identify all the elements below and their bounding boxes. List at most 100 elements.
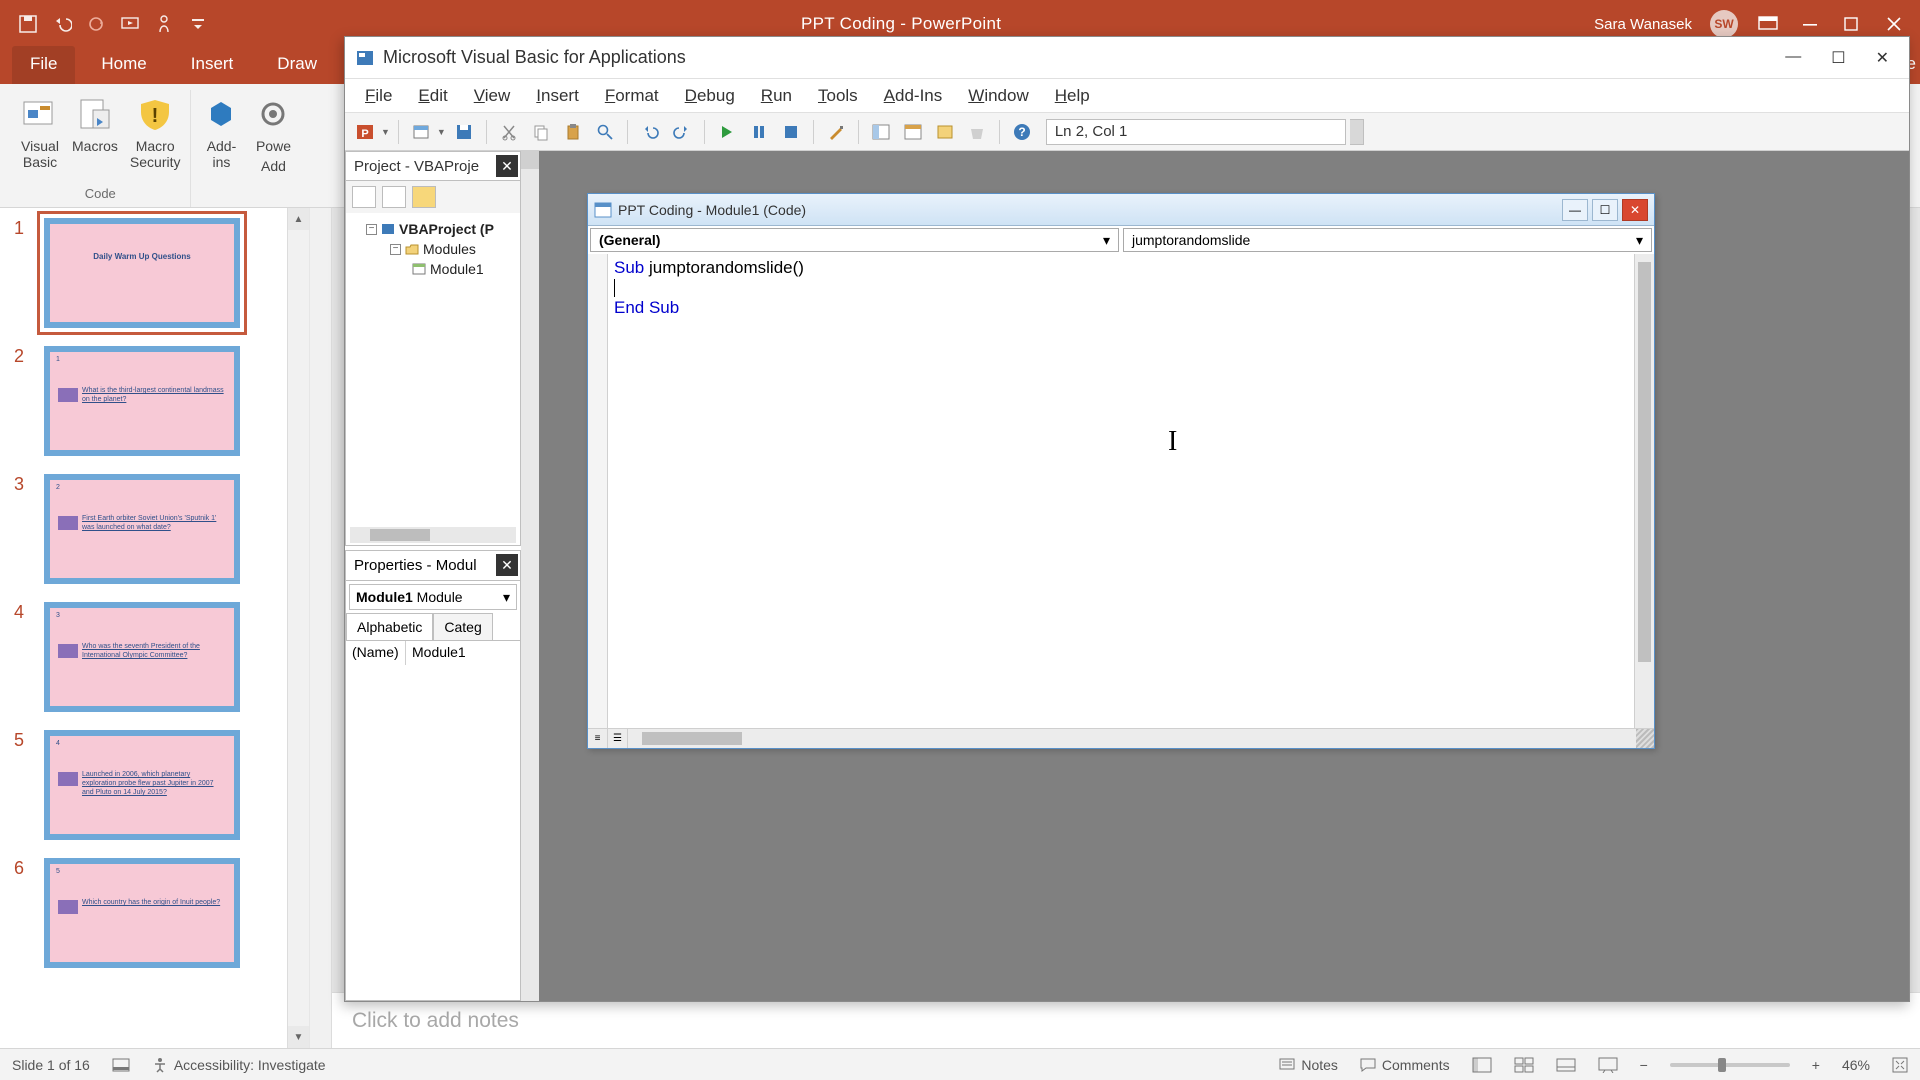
copy-icon[interactable] [527, 118, 555, 146]
vba-menu-file[interactable]: File [353, 80, 404, 112]
properties-window-icon[interactable] [899, 118, 927, 146]
close-icon[interactable]: ✕ [496, 155, 518, 177]
slideshow-view-icon[interactable] [1598, 1057, 1618, 1073]
present-icon[interactable] [120, 14, 140, 34]
ribbon-display-icon[interactable] [1756, 12, 1780, 36]
slide-thumbnail[interactable]: 54Launched in 2006, which planetary expl… [14, 730, 281, 840]
language-icon[interactable] [112, 1058, 130, 1072]
slide-thumbnail[interactable]: 43Who was the seventh President of the I… [14, 602, 281, 712]
touch-mode-icon[interactable] [154, 14, 174, 34]
vba-menu-insert[interactable]: Insert [524, 80, 591, 112]
zoom-in-button[interactable]: + [1812, 1057, 1820, 1073]
procedure-view-icon[interactable]: ≡ [588, 729, 608, 748]
view-object-icon[interactable] [382, 186, 406, 208]
project-explorer-icon[interactable] [867, 118, 895, 146]
procedure-selector[interactable]: jumptorandomslide▾ [1123, 228, 1652, 252]
properties-object-select[interactable]: Module1 Module ▾ [349, 584, 517, 610]
scroll-down-icon[interactable]: ▼ [288, 1026, 309, 1048]
object-selector[interactable]: (General)▾ [590, 228, 1119, 252]
run-icon[interactable] [713, 118, 741, 146]
vba-minimize-icon[interactable]: — [1785, 48, 1801, 68]
thumbnail-scrollbar[interactable]: ▲ ▼ [287, 208, 309, 1048]
vba-maximize-icon[interactable]: ☐ [1831, 48, 1845, 68]
vba-menu-view[interactable]: View [462, 80, 523, 112]
redo-icon[interactable] [86, 14, 106, 34]
slide-thumbnail[interactable]: 32First Earth orbiter Soviet Union's 'Sp… [14, 474, 281, 584]
tree-h-scrollbar[interactable] [350, 527, 516, 543]
properties-tab-categorized[interactable]: Categ [433, 613, 492, 640]
prop-name-value[interactable]: Module1 [406, 641, 472, 665]
code-v-scrollbar[interactable] [1634, 254, 1654, 728]
view-powerpoint-icon[interactable]: P [351, 118, 379, 146]
save-icon[interactable] [18, 14, 38, 34]
maximize-icon[interactable]: ☐ [1592, 199, 1618, 221]
splitter[interactable] [310, 208, 332, 1048]
save-icon[interactable] [450, 118, 478, 146]
code-window-title-bar[interactable]: PPT Coding - Module1 (Code) — ☐ ✕ [588, 194, 1654, 226]
slide-thumbnail[interactable]: 1Daily Warm Up Questions [14, 218, 281, 328]
object-browser-icon[interactable] [931, 118, 959, 146]
zoom-out-button[interactable]: − [1640, 1057, 1648, 1073]
project-tree[interactable]: −VBAProject (P −Modules Module1 [345, 213, 521, 546]
dropdown-caret-icon[interactable]: ▼ [437, 127, 446, 137]
maximize-icon[interactable] [1840, 12, 1864, 36]
dropdown-caret-icon[interactable]: ▼ [381, 127, 390, 137]
macros-button[interactable]: Macros [72, 90, 118, 154]
slide-sorter-icon[interactable] [1514, 1057, 1534, 1073]
close-icon[interactable]: ✕ [496, 554, 518, 576]
undo-icon[interactable] [52, 14, 72, 34]
vba-menu-window[interactable]: Window [956, 80, 1040, 112]
left-dock-scrollbar[interactable] [521, 151, 539, 1001]
zoom-slider[interactable] [1670, 1063, 1790, 1067]
cut-icon[interactable] [495, 118, 523, 146]
powerpoint-addins-button[interactable]: Powe Add [253, 90, 293, 174]
scroll-up-icon[interactable]: ▲ [288, 208, 309, 230]
resize-grip-icon[interactable] [1636, 729, 1654, 748]
properties-tab-alphabetic[interactable]: Alphabetic [346, 613, 433, 640]
tab-insert[interactable]: Insert [173, 46, 252, 84]
tab-home[interactable]: Home [83, 46, 164, 84]
addins-button[interactable]: Add- ins [201, 90, 241, 170]
insert-module-icon[interactable] [407, 118, 435, 146]
close-icon[interactable] [1882, 12, 1906, 36]
tab-file[interactable]: File [12, 46, 75, 84]
close-icon[interactable]: ✕ [1622, 199, 1648, 221]
find-icon[interactable] [591, 118, 619, 146]
comments-toggle[interactable]: Comments [1360, 1057, 1450, 1073]
accessibility-status[interactable]: Accessibility: Investigate [152, 1057, 326, 1073]
macro-security-button[interactable]: ! Macro Security [130, 90, 181, 170]
vba-menu-edit[interactable]: Edit [406, 80, 459, 112]
view-code-icon[interactable] [352, 186, 376, 208]
reading-view-icon[interactable] [1556, 1057, 1576, 1073]
vba-menu-add-ins[interactable]: Add-Ins [872, 80, 955, 112]
visual-basic-button[interactable]: Visual Basic [20, 90, 60, 170]
project-explorer-title[interactable]: Project - VBAProje ✕ [345, 151, 521, 181]
paste-icon[interactable] [559, 118, 587, 146]
normal-view-icon[interactable] [1472, 1057, 1492, 1073]
help-icon[interactable]: ? [1008, 118, 1036, 146]
full-module-view-icon[interactable]: ☰ [608, 729, 628, 748]
vba-close-icon[interactable]: ✕ [1876, 48, 1889, 68]
tab-draw[interactable]: Draw [259, 46, 335, 84]
undo-icon[interactable] [636, 118, 664, 146]
code-h-scrollbar[interactable] [628, 729, 1636, 748]
properties-title[interactable]: Properties - Modul ✕ [346, 551, 520, 581]
code-editor[interactable]: Sub jumptorandomslide() End Sub I [608, 254, 1634, 728]
vba-menu-help[interactable]: Help [1043, 80, 1102, 112]
fit-to-window-icon[interactable] [1892, 1057, 1908, 1073]
design-mode-icon[interactable] [822, 118, 850, 146]
status-dropdown-icon[interactable] [1350, 119, 1364, 145]
vba-menu-tools[interactable]: Tools [806, 80, 870, 112]
qat-customize-icon[interactable] [188, 14, 208, 34]
slide-thumbnail[interactable]: 65Which country has the origin of Inuit … [14, 858, 281, 968]
vba-menu-debug[interactable]: Debug [673, 80, 747, 112]
vba-menu-run[interactable]: Run [749, 80, 804, 112]
reset-icon[interactable] [777, 118, 805, 146]
minimize-icon[interactable]: — [1562, 199, 1588, 221]
properties-grid[interactable]: (Name) Module1 [346, 640, 520, 665]
vba-title-bar[interactable]: Microsoft Visual Basic for Applications … [345, 37, 1909, 79]
minimize-icon[interactable] [1798, 12, 1822, 36]
toggle-folders-icon[interactable] [412, 186, 436, 208]
redo-icon[interactable] [668, 118, 696, 146]
break-icon[interactable] [745, 118, 773, 146]
